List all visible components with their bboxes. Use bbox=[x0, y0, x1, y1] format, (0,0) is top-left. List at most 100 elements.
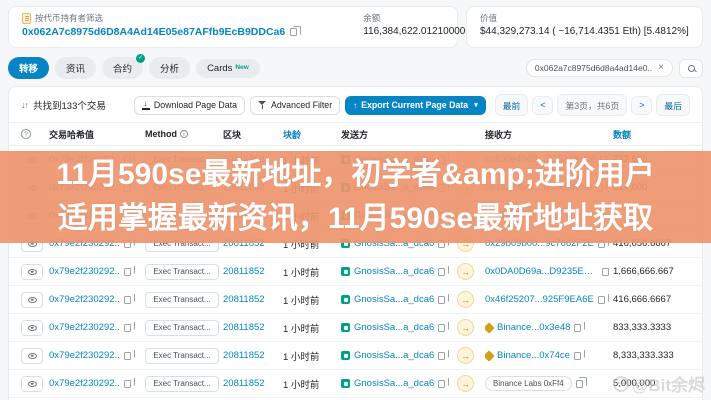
block-link[interactable]: 20811852 bbox=[223, 294, 279, 305]
eye-icon bbox=[28, 381, 37, 387]
search-button[interactable] bbox=[679, 59, 703, 78]
copy-icon[interactable] bbox=[438, 296, 445, 304]
eye-button[interactable] bbox=[21, 376, 43, 392]
gnosis-safe-icon bbox=[341, 323, 350, 332]
summary-row: 按代币持有者筛选 0x062A7c8975d6D8A4Ad14E05e87AFf… bbox=[0, 0, 711, 48]
header-to: 接收方 bbox=[485, 128, 609, 141]
from-address-link[interactable]: GnosisSa...a_dca6 bbox=[354, 350, 434, 361]
gnosis-safe-icon bbox=[341, 379, 350, 388]
from-address-link[interactable]: GnosisSa...a_dca6 bbox=[354, 378, 434, 389]
copy-icon[interactable] bbox=[124, 296, 131, 304]
filter-chip-text: 0x062a7c8975d6d8a4ad14e0.. bbox=[535, 63, 652, 73]
pagination: 最前 < 第3页，共6页 > 最后 bbox=[495, 94, 690, 116]
to-address-link[interactable]: 0x0DA0D69a...D9235E395 bbox=[485, 266, 598, 277]
export-current-page-button[interactable]: Export Current Page Data ▾ bbox=[345, 96, 486, 115]
copy-icon[interactable] bbox=[124, 352, 131, 360]
to-address-link[interactable]: Binance...0x74ce bbox=[497, 350, 570, 361]
table-row: 0x79e2f230292.. Exec Transact... 2081185… bbox=[9, 314, 702, 342]
copy-icon[interactable] bbox=[438, 268, 445, 276]
value-label: 价值 bbox=[480, 12, 497, 24]
tab-contract[interactable]: 合约✓ bbox=[102, 57, 143, 79]
from-cell: GnosisSa...a_dca6 bbox=[341, 294, 453, 305]
table-row: 0x79e2f230292.. Exec Transact... 2081185… bbox=[9, 286, 702, 314]
tx-hash-link[interactable]: 0x79e2f230292.. bbox=[49, 294, 120, 305]
advanced-filter-button[interactable]: Advanced Filter bbox=[250, 96, 340, 115]
block-link[interactable]: 20811852 bbox=[223, 266, 279, 277]
copy-icon[interactable] bbox=[574, 352, 581, 360]
holder-address-link[interactable]: 0x062A7c8975d6D8A4Ad14E05e87AFfb9EcB9DDC… bbox=[22, 26, 285, 38]
eye-button[interactable] bbox=[21, 292, 43, 308]
age-text: 1 小时前 bbox=[283, 265, 337, 279]
copy-icon[interactable] bbox=[574, 324, 581, 332]
copy-icon[interactable] bbox=[602, 268, 609, 276]
download-icon bbox=[142, 101, 150, 110]
search-icon bbox=[688, 65, 695, 72]
to-address-link[interactable]: Binance...0x3e48 bbox=[497, 322, 570, 333]
table-row: 0x79e2f230292.. Exec Transact... 2081185… bbox=[9, 370, 702, 398]
amount-text: 8,333,333.333 bbox=[613, 350, 690, 361]
to-cell: 0x0DA0D69a...D9235E395 bbox=[485, 266, 609, 277]
export-icon bbox=[353, 100, 357, 110]
copy-icon[interactable] bbox=[290, 28, 297, 36]
last-page-button[interactable]: 最后 bbox=[656, 94, 690, 116]
copy-icon[interactable] bbox=[124, 324, 131, 332]
download-page-data-button[interactable]: Download Page Data bbox=[134, 96, 245, 115]
copy-icon[interactable] bbox=[576, 380, 583, 388]
to-cell: Binance...0x3e48 bbox=[485, 322, 609, 333]
transaction-count: ↓↑ 共找到133个交易 bbox=[21, 98, 106, 112]
header-amount[interactable]: 数额 bbox=[613, 128, 690, 141]
table-row: 0x79e2f230292.. Exec Transact... 2081185… bbox=[9, 342, 702, 370]
eye-button[interactable] bbox=[21, 348, 43, 364]
copy-icon[interactable] bbox=[438, 352, 445, 360]
eye-button[interactable] bbox=[21, 320, 43, 336]
copy-icon[interactable] bbox=[124, 380, 131, 388]
from-cell: GnosisSa...a_dca6 bbox=[341, 350, 453, 361]
close-icon[interactable]: × bbox=[658, 64, 664, 72]
copy-icon[interactable] bbox=[124, 268, 131, 276]
prev-page-button[interactable]: < bbox=[532, 96, 553, 115]
tx-hash-link[interactable]: 0x79e2f230292.. bbox=[49, 350, 120, 361]
from-address-link[interactable]: GnosisSa...a_dca6 bbox=[354, 322, 434, 333]
address-filter-chip[interactable]: 0x062a7c8975d6d8a4ad14e0.. × bbox=[526, 59, 673, 77]
from-cell: GnosisSa...a_dca6 bbox=[341, 266, 453, 277]
tab-cards[interactable]: CardsNew bbox=[196, 59, 260, 78]
age-text: 1 小时前 bbox=[283, 293, 337, 307]
method-badge: Exec Transact... bbox=[145, 292, 219, 308]
holder-address-row: 0x062A7c8975d6D8A4Ad14E05e87AFfb9EcB9DDC… bbox=[22, 26, 297, 38]
copy-icon[interactable] bbox=[438, 380, 445, 388]
header-age[interactable]: 块龄 bbox=[283, 128, 337, 141]
info-icon[interactable]: i bbox=[180, 130, 188, 138]
eye-icon bbox=[28, 269, 37, 275]
copy-icon[interactable] bbox=[438, 324, 445, 332]
tab-transfers[interactable]: 转移 bbox=[8, 57, 49, 79]
overlay-line-2: 适用掌握最新资讯，11月590se最新地址获取 bbox=[58, 197, 653, 241]
next-page-button[interactable]: > bbox=[631, 96, 652, 115]
tx-hash-cell: 0x79e2f230292.. bbox=[49, 294, 141, 305]
transfers-table-card: ↓↑ 共找到133个交易 Download Page Data Advanced… bbox=[8, 86, 703, 400]
tx-hash-link[interactable]: 0x79e2f230292.. bbox=[49, 378, 120, 389]
block-link[interactable]: 20811852 bbox=[223, 322, 279, 333]
binance-icon bbox=[485, 322, 495, 333]
to-name-pill[interactable]: Binance Labs 0xFf4 bbox=[485, 376, 572, 391]
tx-hash-link[interactable]: 0x79e2f230292.. bbox=[49, 322, 120, 333]
from-address-link[interactable]: GnosisSa...a_dca6 bbox=[354, 294, 434, 305]
amount-text: 1,666,666.667 bbox=[613, 266, 690, 277]
method-badge: Exec Transact... bbox=[145, 376, 219, 392]
watermark: @Bit余烬 bbox=[613, 371, 705, 396]
copy-icon[interactable] bbox=[598, 296, 605, 304]
from-address-link[interactable]: GnosisSa...a_dca6 bbox=[354, 266, 434, 277]
tx-hash-link[interactable]: 0x79e2f230292.. bbox=[49, 266, 120, 277]
tab-analytics[interactable]: 分析 bbox=[149, 57, 190, 79]
first-page-button[interactable]: 最前 bbox=[495, 94, 529, 116]
table-row: 0x79e2f230292.. Exec Transact... 2081185… bbox=[9, 258, 702, 286]
eye-button[interactable] bbox=[21, 264, 43, 280]
block-link[interactable]: 20811852 bbox=[223, 378, 279, 389]
tab-info[interactable]: 资讯 bbox=[55, 57, 96, 79]
block-link[interactable]: 20811852 bbox=[223, 350, 279, 361]
out-arrow-icon bbox=[457, 319, 474, 336]
watermark-text: @Bit余烬 bbox=[632, 371, 705, 396]
help-question-icon[interactable]: ? bbox=[21, 129, 31, 139]
tx-hash-cell: 0x79e2f230292.. bbox=[49, 322, 141, 333]
count-text: 共找到133个交易 bbox=[33, 98, 106, 112]
to-address-link[interactable]: 0x46f25207...925F9EA6E bbox=[485, 294, 594, 305]
